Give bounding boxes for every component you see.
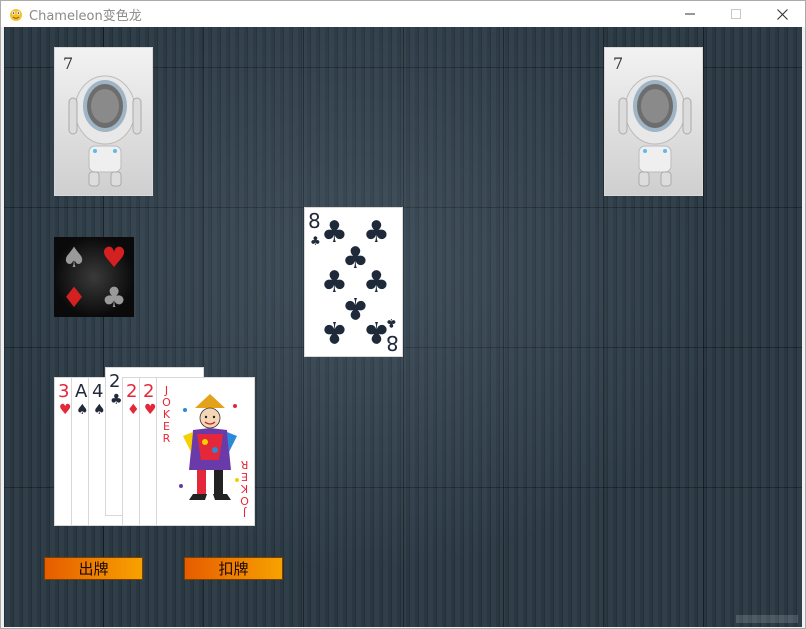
club-icon: ♣ — [310, 234, 321, 248]
watermark-logo — [736, 615, 798, 623]
svg-text:♥: ♥ — [101, 241, 126, 274]
heart-icon: ♥ — [59, 402, 72, 418]
svg-text:♠: ♠ — [61, 241, 86, 274]
close-icon — [776, 8, 788, 20]
maximize-icon — [731, 9, 741, 19]
close-button[interactable] — [759, 1, 805, 27]
joker-card[interactable]: JOKER JOKER — [156, 377, 255, 526]
spade-icon: ♠ — [93, 402, 106, 418]
hand-card-rank: 4 — [92, 381, 104, 402]
left-opponent-avatar: 7 — [54, 47, 153, 196]
table-card-rank: 8 — [308, 209, 321, 233]
hand-card-rank: 2 — [143, 381, 155, 402]
game-table: 7 7 ♠ ♥ ♦ ♣ 8 ♣ 8 ♣ ♣ ♣ ♣ ♣ ♣ ♣ ♣ ♣ 3 ♥ … — [4, 27, 802, 627]
diamond-icon: ♦ — [127, 402, 140, 418]
svg-text:♦: ♦ — [61, 281, 86, 314]
robot-avatar-icon — [618, 75, 692, 187]
chameleon-icon — [10, 9, 22, 21]
game-window: Chameleon变色龙 7 7 ♠ ♥ ♦ ♣ 8 ♣ 8 ♣ ♣ ♣ ♣ ♣… — [0, 0, 806, 629]
joker-label: JOKER — [160, 384, 173, 444]
robot-avatar-icon — [68, 75, 142, 187]
hand-card-rank: 3 — [58, 381, 70, 402]
minimize-button[interactable] — [667, 1, 713, 27]
deck-suits-icon: ♠ ♥ ♦ ♣ — [54, 237, 134, 317]
hand-card-rank: 2 — [109, 371, 121, 392]
draw-pile[interactable]: ♠ ♥ ♦ ♣ — [54, 237, 134, 317]
heart-icon: ♥ — [144, 402, 157, 418]
jester-icon — [179, 394, 239, 500]
club-icon: ♣ — [363, 314, 390, 349]
title-bar: Chameleon变色龙 — [1, 1, 805, 27]
pass-card-button[interactable]: 扣牌 — [184, 557, 283, 580]
club-icon: ♣ — [110, 392, 123, 408]
hand-card-rank: 2 — [126, 381, 138, 402]
hand-card-rank: A — [75, 381, 88, 402]
window-title: Chameleon变色龙 — [29, 9, 142, 24]
club-icon: ♣ — [321, 314, 348, 349]
table-card: 8 ♣ 8 ♣ ♣ ♣ ♣ ♣ ♣ ♣ ♣ ♣ — [304, 207, 403, 357]
maximize-button[interactable] — [713, 1, 759, 27]
minimize-icon — [685, 13, 695, 15]
play-card-button[interactable]: 出牌 — [44, 557, 143, 580]
svg-text:♣: ♣ — [101, 281, 126, 314]
right-opponent-avatar: 7 — [604, 47, 703, 196]
spade-icon: ♠ — [76, 402, 89, 418]
